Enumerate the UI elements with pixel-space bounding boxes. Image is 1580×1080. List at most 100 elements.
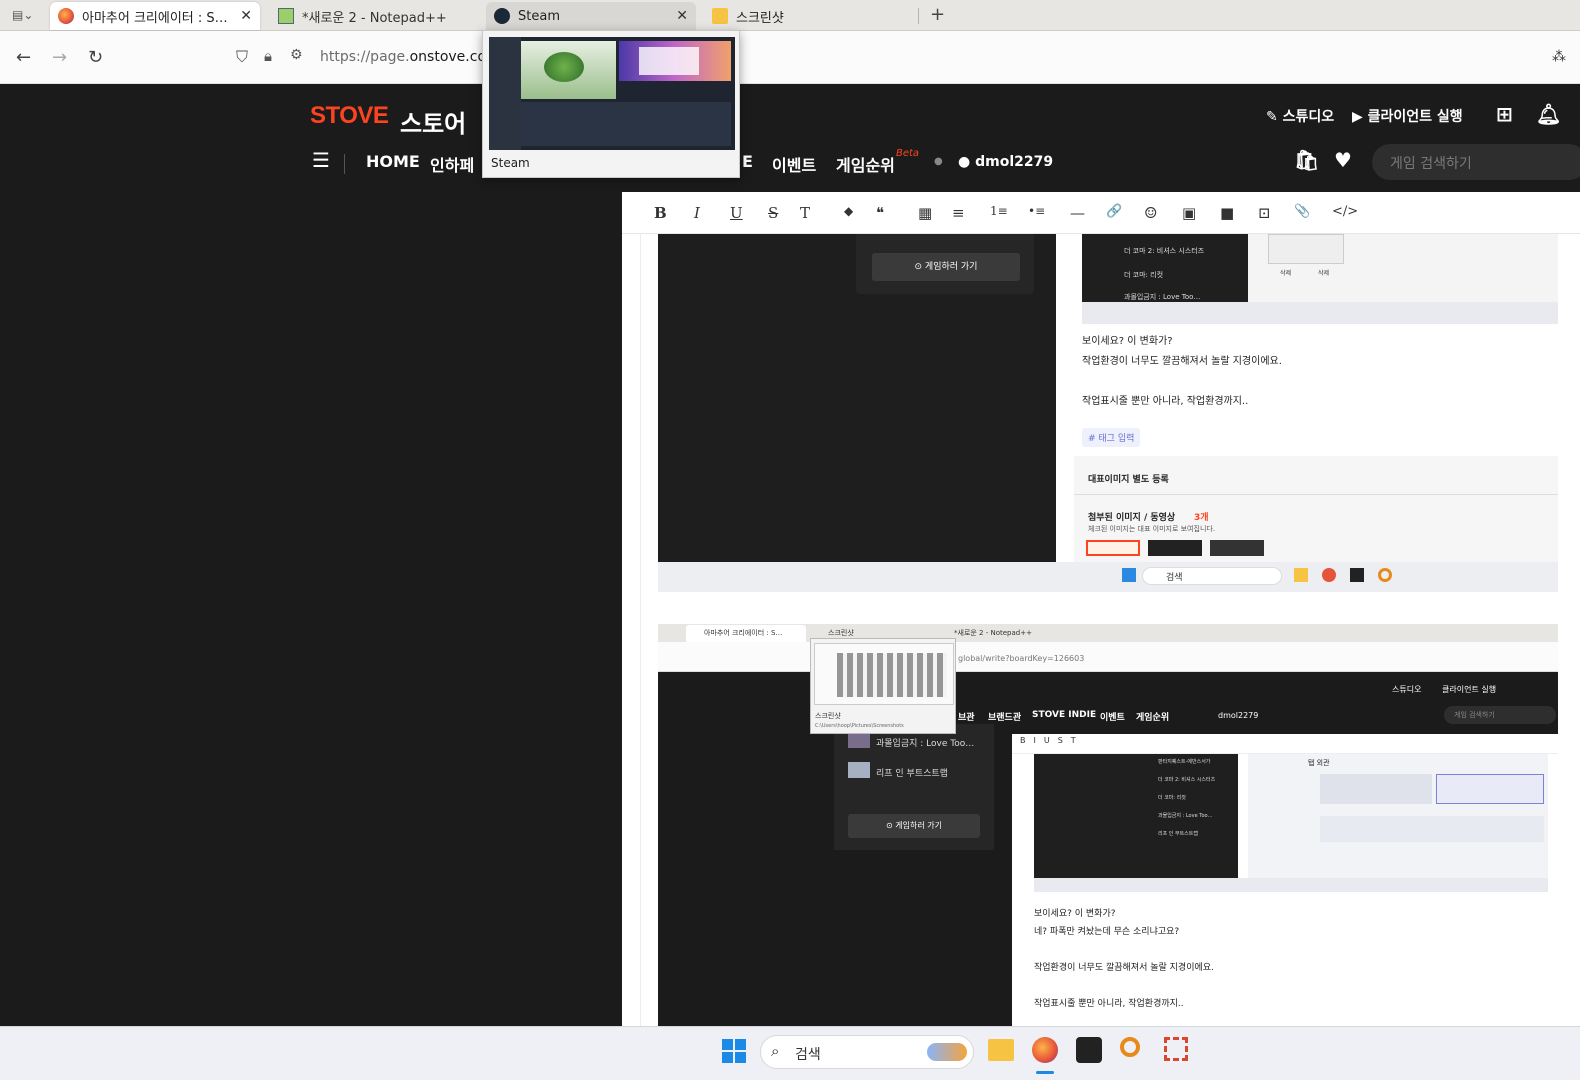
folder-icon [712, 8, 728, 24]
screenshot-text: 체크된 이미지는 대표 이미지로 보여집니다. [1088, 525, 1216, 533]
bullet-list-button[interactable]: •≡ [1028, 204, 1045, 218]
link-button[interactable]: 🔗 [1106, 204, 1122, 219]
snipping-tool-icon[interactable] [1164, 1037, 1188, 1061]
permissions-icon[interactable]: ⚙ [290, 47, 303, 63]
search-placeholder: 게임 검색하기 [1390, 156, 1472, 172]
forward-button[interactable]: → [52, 47, 67, 68]
search-icon: ⌕ [771, 1042, 780, 1060]
lock-icon[interactable]: 🔒︎ [264, 47, 272, 65]
back-button[interactable]: ← [16, 47, 31, 68]
hr-button[interactable]: — [1070, 204, 1085, 222]
list-item: 과몰입금지 : Love Too… [1124, 293, 1201, 301]
browser-nav-bar: ← → ↻ ⛉ 🔒︎ ⚙ https://page.onstove.com/ ⁂ [0, 31, 1580, 84]
tab-list-icon[interactable]: ▤⌄ [12, 8, 33, 22]
font-size-button[interactable]: T [800, 204, 810, 222]
brush-icon: ✎ [1266, 109, 1283, 125]
screenshot-search: 게임 검색하기 [1454, 711, 1495, 719]
grid-icon[interactable]: ⊞ [1496, 102, 1513, 126]
active-indicator [1036, 1071, 1054, 1074]
stove-logo[interactable]: STOVE [310, 102, 389, 130]
beta-badge: Beta [896, 148, 920, 159]
url-text[interactable]: https://page.onstove.com/ [320, 49, 504, 65]
shield-icon[interactable]: ⛉ [236, 47, 248, 67]
ordered-list-button[interactable]: 1≡ [990, 204, 1008, 218]
tab-notepad[interactable]: *새로운 2 - Notepad++ [270, 2, 480, 30]
screenshot-nav: STOVE INDIE [1032, 710, 1097, 720]
editor-toolbar: B I U S T ◆ ❝ ▦ ≡ 1≡ •≡ — 🔗 ☺ ▣ ■ ⊡ 📎 </… [622, 192, 1580, 234]
app-icon[interactable] [1076, 1037, 1102, 1063]
screenshot-url: global/write?boardKey=126603 [958, 654, 1085, 663]
game-search[interactable]: 게임 검색하기 [1372, 144, 1580, 180]
post-editor[interactable]: B I U S T ◆ ❝ ▦ ≡ 1≡ •≡ — 🔗 ☺ ▣ ■ ⊡ 📎 </… [622, 192, 1580, 1026]
close-icon[interactable]: ✕ [240, 8, 252, 24]
nav-ranking[interactable]: 게임순위 [836, 152, 895, 176]
go-game-button: ⊙ 게임하러 가기 [872, 253, 1020, 281]
store-title[interactable]: 스토어 [400, 104, 466, 139]
heart-icon[interactable]: ♥ [1334, 148, 1352, 172]
tab-steam[interactable]: Steam ✕ [486, 2, 696, 30]
emoji-button[interactable]: ☺ [1144, 204, 1157, 222]
screenshot-tab: 스크린샷 [828, 629, 854, 637]
screenshot-user: dmol2279 [1218, 711, 1259, 720]
bold-button[interactable]: B [654, 204, 667, 222]
screenshot-studio: 스튜디오 [1392, 685, 1422, 694]
browser-tab-strip: ▤⌄ 아마추어 크리에이터 : S… ✕ *새로운 2 - Notepad++ … [0, 0, 1580, 31]
tab-stove[interactable]: 아마추어 크리에이터 : S… ✕ [50, 2, 260, 30]
magnifier-app-icon[interactable] [1120, 1037, 1140, 1057]
file-explorer-icon[interactable] [988, 1039, 1014, 1061]
user-icon: ● [958, 154, 976, 170]
preview-label: 스크린샷 [815, 712, 841, 720]
client-launch-link[interactable]: ▶ 클라이언트 실행 [1352, 106, 1463, 126]
user-menu[interactable]: ● dmol2279 [958, 154, 1053, 170]
tab-label: Steam [518, 8, 560, 24]
nav-stove-indie[interactable]: E [742, 152, 753, 171]
image-button[interactable]: ▣ [1182, 204, 1196, 222]
strike-button[interactable]: S [768, 204, 778, 222]
tab-preview-popup[interactable]: Steam [482, 30, 740, 178]
color-button[interactable]: ◆ [844, 204, 853, 218]
screenshot-nav: 브관 [958, 713, 975, 723]
quote-button[interactable]: ❝ [876, 204, 884, 222]
windows-taskbar: ⌕ 검색 [0, 1026, 1580, 1080]
play-circle-icon: ⊙ [914, 262, 925, 272]
close-icon[interactable]: ✕ [676, 8, 688, 24]
new-tab-button[interactable]: + [930, 4, 945, 25]
screenshot-text: 대표이미지 별도 등록 [1088, 475, 1169, 485]
menu-icon[interactable]: ☰ [312, 148, 330, 172]
cart-icon[interactable]: 🛍︎ [1294, 148, 1319, 172]
studio-link[interactable]: ✎ 스튜디오 [1266, 106, 1334, 126]
tab-label: 스크린샷 [736, 10, 784, 26]
list-item: 판타지퀘스트-에반스서가 [1158, 759, 1211, 765]
notepad-icon [278, 8, 294, 24]
taskbar-search[interactable]: ⌕ 검색 [760, 1035, 974, 1069]
steam-preview-thumbnail [489, 37, 735, 150]
nav-event[interactable]: 이벤트 [772, 152, 816, 176]
tag-input: # 태그 입력 [1082, 428, 1141, 447]
nav-indie[interactable]: 인하페 [430, 152, 474, 176]
screenshot-nav: 브랜드관 [988, 713, 1022, 723]
bell-icon[interactable]: 🔔︎ [1536, 102, 1561, 126]
nav-home[interactable]: HOME [366, 152, 420, 171]
table-button[interactable]: ▦ [918, 204, 932, 222]
screenshot-text: 네? 파폭만 켜놨는데 무슨 소리냐고요? [1034, 927, 1180, 937]
video-button[interactable]: ■ [1220, 204, 1234, 222]
inner-title: 탭 외관 [1308, 759, 1330, 767]
taskbar-search-label: 검색 [795, 1047, 821, 1063]
source-button[interactable]: </> [1332, 204, 1358, 219]
attach-button[interactable]: 📎 [1294, 204, 1310, 219]
embed-button[interactable]: ⊡ [1258, 204, 1271, 222]
address-bar[interactable]: ⛉ 🔒︎ ⚙ https://page.onstove.com/ [232, 45, 1572, 71]
start-icon[interactable] [722, 1039, 746, 1063]
firefox-taskbar-icon[interactable] [1032, 1037, 1058, 1063]
reload-button[interactable]: ↻ [88, 47, 103, 68]
translate-icon[interactable]: ⁂ [1552, 49, 1566, 65]
tab-screenshots[interactable]: 스크린샷 [704, 2, 914, 30]
screenshot-preview: 스크린샷 C:\Users\hoop\Pictures\Screenshots [810, 638, 956, 734]
screenshot-text: 작업환경이 너무도 깔끔해져서 놀랄 지경이에요. [1034, 963, 1214, 973]
underline-button[interactable]: U [730, 204, 743, 222]
list-item: 더 코마 2: 비셔스 시스터즈 [1124, 247, 1205, 255]
screenshot-tab: *새로운 2 - Notepad++ [954, 629, 1032, 637]
italic-button[interactable]: I [694, 204, 700, 222]
align-button[interactable]: ≡ [952, 204, 965, 222]
delete-label: 삭제 [1318, 270, 1330, 277]
